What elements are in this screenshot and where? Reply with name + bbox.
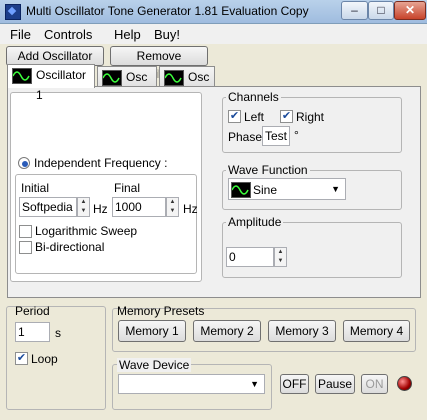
remove-oscillator-button[interactable]: Remove Oscillator — [110, 46, 208, 81]
independent-frequency-label: Independent Frequency : — [34, 156, 168, 170]
tab-osc-3[interactable]: Osc 3 — [159, 66, 215, 104]
add-oscillator-button[interactable]: Add Oscillator — [6, 46, 104, 66]
wave-function-select[interactable]: Sine ▼ — [228, 178, 346, 200]
final-label: Final — [114, 181, 141, 195]
memory-3-button[interactable]: Memory 3 — [268, 320, 336, 342]
logarithmic-sweep-checkbox[interactable] — [19, 225, 32, 238]
chevron-down-icon: ▼ — [331, 184, 340, 194]
pause-button[interactable]: Pause — [315, 374, 355, 394]
waveform-icon — [12, 68, 32, 84]
initial-frequency-spinner[interactable]: ▲ ▼ — [77, 197, 90, 217]
waveform-icon — [102, 70, 122, 86]
menu-controls[interactable]: Controls — [44, 27, 92, 42]
amplitude-spinner[interactable]: ▲ ▼ — [274, 247, 287, 267]
loop-checkbox[interactable]: ✔ — [15, 352, 28, 365]
initial-label: Initial — [21, 181, 50, 195]
amplitude-input[interactable]: 0 — [226, 247, 274, 267]
period-label: Period — [15, 304, 50, 318]
independent-frequency-radio[interactable] — [18, 157, 30, 169]
memory-1-button[interactable]: Memory 1 — [118, 320, 186, 342]
wave-device-label: Wave Device — [117, 358, 192, 372]
menu-file[interactable]: File — [10, 27, 31, 42]
right-channel-label: Right — [296, 110, 325, 124]
status-led-icon — [397, 376, 412, 391]
phase-label: Phase — [228, 130, 263, 144]
maximize-button[interactable]: □ — [368, 1, 394, 20]
wave-device-select[interactable]: ▼ — [118, 374, 265, 394]
sine-wave-icon — [231, 182, 251, 198]
phase-unit: ° — [294, 128, 299, 142]
amplitude-label: Amplitude — [226, 215, 284, 229]
initial-frequency-input[interactable]: Softpedia — [19, 197, 77, 217]
bidirectional-label: Bi-directional — [35, 240, 105, 254]
channels-label: Channels — [226, 90, 281, 104]
memory-2-button[interactable]: Memory 2 — [193, 320, 261, 342]
tab-oscillator-1[interactable]: Oscillator 1 — [7, 64, 95, 102]
memory-4-button[interactable]: Memory 4 — [343, 320, 410, 342]
final-unit: Hz — [183, 202, 198, 216]
menu-buy[interactable]: Buy! — [154, 27, 180, 42]
right-channel-checkbox[interactable]: ✔ — [280, 110, 293, 123]
chevron-down-icon: ▼ — [250, 379, 259, 389]
minimize-button[interactable]: – — [341, 1, 368, 20]
app-icon — [5, 4, 21, 20]
close-button[interactable]: ✕ — [394, 1, 426, 20]
window-title: Multi Oscillator Tone Generator 1.81 Eva… — [26, 4, 309, 18]
period-input[interactable]: 1 — [15, 322, 50, 342]
channels-group — [222, 97, 402, 153]
wave-function-value: Sine — [253, 183, 278, 197]
left-channel-label: Left — [244, 110, 265, 124]
period-unit: s — [55, 326, 61, 340]
bidirectional-checkbox[interactable] — [19, 241, 32, 254]
left-channel-checkbox[interactable]: ✔ — [228, 110, 241, 123]
phase-input[interactable]: Test — [262, 126, 290, 146]
tab-osc-2[interactable]: Osc 2 — [97, 66, 157, 104]
final-frequency-input[interactable]: 1000 — [112, 197, 166, 217]
wave-function-label: Wave Function — [226, 163, 310, 177]
on-button[interactable]: ON — [361, 374, 388, 394]
menu-help[interactable]: Help — [114, 27, 141, 42]
final-frequency-spinner[interactable]: ▲ ▼ — [166, 197, 179, 217]
loop-label: Loop — [31, 352, 58, 366]
logarithmic-sweep-label: Logarithmic Sweep — [35, 224, 138, 238]
off-button[interactable]: OFF — [280, 374, 309, 394]
waveform-icon — [164, 70, 184, 86]
memory-presets-label: Memory Presets — [117, 304, 205, 318]
initial-unit: Hz — [93, 202, 108, 216]
